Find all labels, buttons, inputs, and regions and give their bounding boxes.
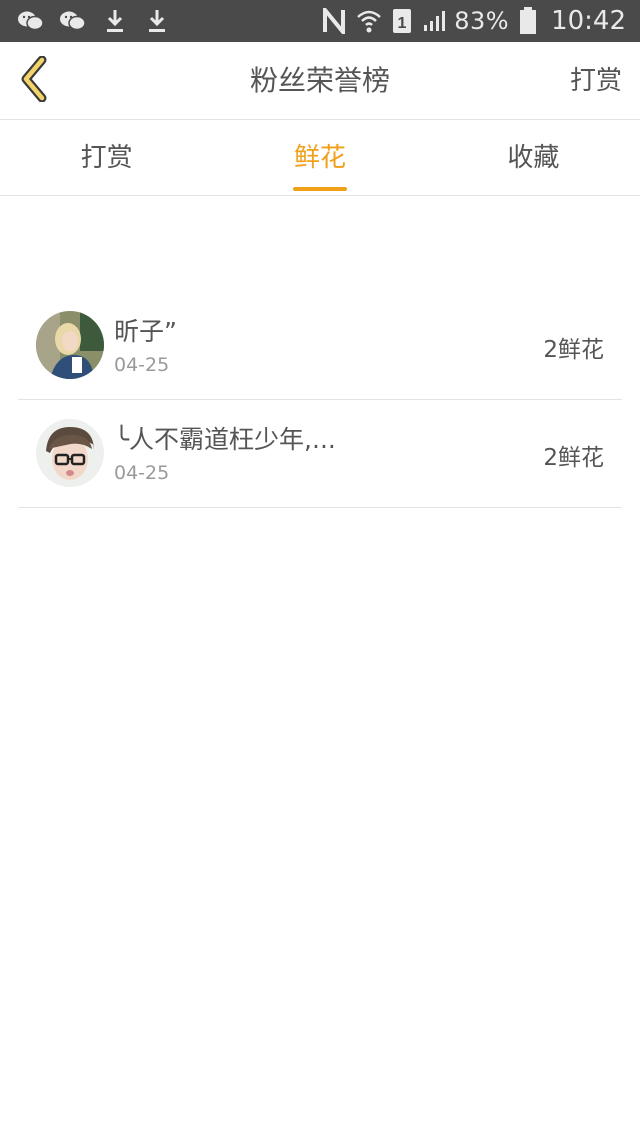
nfc-icon [322, 8, 346, 34]
tab-bar: 打赏 鲜花 收藏 [0, 121, 640, 196]
wechat-icon [16, 6, 46, 36]
battery-percent: 83% [454, 7, 510, 35]
avatar[interactable] [36, 419, 104, 487]
tab-label: 打赏 [80, 143, 133, 173]
tab-active-indicator [292, 187, 347, 191]
list-item[interactable]: ╰人不霸道枉少年,... 04-25 2鲜花 [18, 400, 622, 508]
wifi-icon [356, 8, 382, 34]
signal-icon [422, 9, 446, 33]
flower-count: 2鲜花 [543, 445, 604, 471]
list-item[interactable]: 昕子” 04-25 2鲜花 [18, 292, 622, 400]
sim-icon: 1 [392, 8, 412, 34]
user-name: 昕子” [114, 317, 177, 346]
fan-list: 昕子” 04-25 2鲜花 ╰人不霸道枉少年,... 04-25 2鲜花 [18, 292, 622, 508]
status-bar-notifications [16, 6, 184, 36]
download-icon [142, 6, 172, 36]
svg-text:1: 1 [398, 15, 407, 32]
tab-favorites[interactable]: 收藏 [427, 121, 640, 195]
date: 04-25 [114, 354, 170, 376]
wechat-icon [58, 6, 88, 36]
status-bar-system: 1 83% 10:42 [312, 6, 626, 36]
clock: 10:42 [551, 6, 626, 36]
tab-label: 鲜花 [293, 143, 346, 173]
date: 04-25 [114, 462, 170, 484]
tab-flowers[interactable]: 鲜花 [213, 121, 426, 195]
app-header: 粉丝荣誉榜 打赏 [0, 42, 640, 120]
tab-label: 收藏 [507, 143, 560, 173]
flower-count: 2鲜花 [543, 337, 604, 363]
reward-button[interactable]: 打赏 [570, 42, 622, 120]
user-name: ╰人不霸道枉少年,... [114, 425, 336, 454]
status-bar: 1 83% 10:42 [0, 0, 640, 42]
tab-reward[interactable]: 打赏 [0, 121, 213, 195]
avatar[interactable] [36, 311, 104, 379]
page-title: 粉丝荣誉榜 [249, 64, 390, 97]
battery-icon [519, 7, 537, 35]
download-icon [100, 6, 130, 36]
